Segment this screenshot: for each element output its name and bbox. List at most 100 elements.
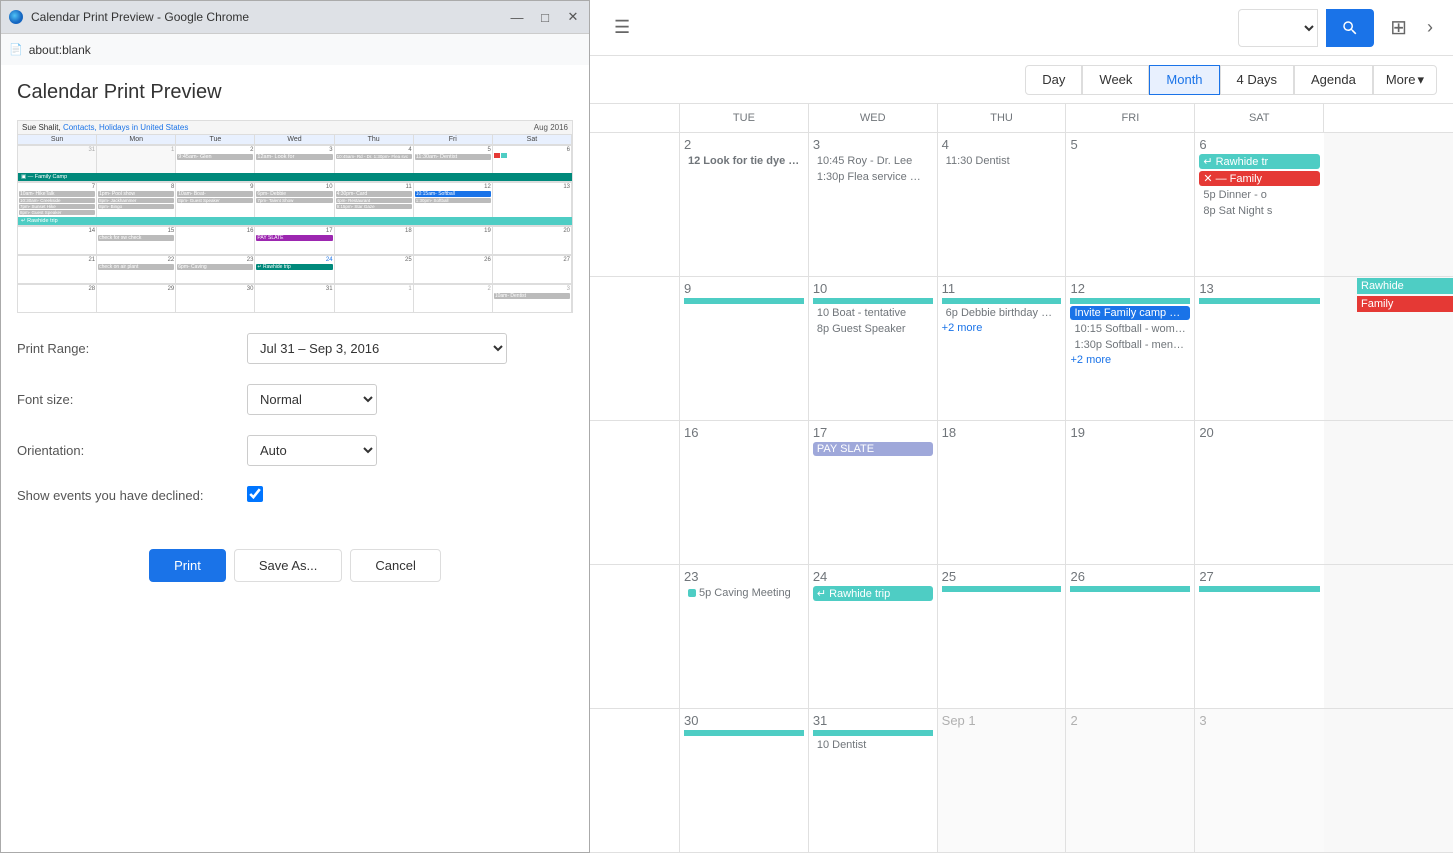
view-more-button[interactable]: More ▾ [1373, 65, 1437, 95]
teal-bar-aug11 [942, 298, 1062, 304]
event-flea-service[interactable]: 1:30p Flea service Citra 408 [813, 170, 933, 184]
cell-num-aug9: 9 [684, 281, 804, 296]
event-rawhide-trip[interactable]: ↵ Rawhide trip [813, 586, 933, 601]
day-header-fri: FRI [1066, 104, 1195, 132]
event-more-aug12[interactable]: +2 more [1070, 354, 1190, 366]
cell-aug5: 5 [1066, 133, 1195, 276]
chrome-window: Calendar Print Preview - Google Chrome —… [0, 0, 590, 853]
close-button[interactable]: ✕ [565, 9, 581, 25]
cell-empty-5 [1324, 709, 1453, 852]
event-boat[interactable]: 10 Boat - tentative [813, 306, 933, 320]
event-rawhide-tr[interactable]: ↵ Rawhide tr [1199, 154, 1320, 169]
preview-week-5: 28 29 30 31 1 2 310am- Dentist [18, 283, 572, 312]
event-more-aug11[interactable]: +2 more [942, 322, 1062, 334]
preview-fri: Fri [414, 135, 493, 144]
event-guest-speaker[interactable]: 8p Guest Speaker [813, 322, 933, 336]
preview-rawhide-bar: ↵ Rawhide trip [18, 217, 572, 225]
teal-bar-aug30 [684, 730, 804, 736]
chevron-right-icon[interactable]: › [1423, 13, 1437, 42]
cell-aug17: 17 PAY SLATE [809, 421, 938, 564]
titlebar: Calendar Print Preview - Google Chrome —… [1, 1, 589, 33]
caving-dot [688, 589, 696, 597]
cell-aug23: 23 5p Caving Meeting [680, 565, 809, 708]
event-family[interactable]: ✕ — Family [1199, 171, 1320, 186]
font-size-select[interactable]: Small Normal Large [247, 384, 377, 415]
font-size-input[interactable]: Small Normal Large [247, 384, 573, 415]
cell-num-aug4: 4 [942, 137, 1062, 152]
url-display: about:blank [29, 43, 91, 57]
event-dentist-aug4[interactable]: 11:30 Dentist [942, 154, 1062, 168]
search-button[interactable] [1326, 9, 1374, 47]
cell-num-aug12: 12 [1070, 281, 1190, 296]
view-week-button[interactable]: Week [1082, 65, 1149, 95]
orientation-row: Orientation: Auto Portrait Landscape [17, 435, 573, 466]
teal-bar-aug13 [1199, 298, 1320, 304]
event-debbie-birthday[interactable]: 6p Debbie birthday dinner [942, 306, 1062, 320]
preview-cell-aug22: 22check on air plant [97, 255, 176, 283]
preview-cell-sep2: 2 [414, 284, 493, 312]
view-agenda-button[interactable]: Agenda [1294, 65, 1373, 95]
event-softball-women[interactable]: 10:15 Softball - women [1070, 322, 1190, 336]
font-size-label: Font size: [17, 392, 247, 407]
rawhide-bar-26 [1070, 586, 1190, 592]
event-invite-family-camp[interactable]: Invite Family camp guests [1070, 306, 1190, 320]
page-icon: 📄 [9, 43, 23, 56]
preview-cell-aug7: 710am- HikeTalk10:30am- Creekside7pm- Su… [18, 182, 97, 217]
print-range-input[interactable]: Jul 31 – Sep 3, 2016 [247, 333, 573, 364]
cell-num-aug5: 5 [1070, 137, 1190, 152]
save-as-button[interactable]: Save As... [234, 549, 343, 582]
event-dinner[interactable]: 5p Dinner - o [1199, 188, 1320, 202]
cell-aug18: 18 [938, 421, 1067, 564]
cell-empty-3 [1324, 421, 1453, 564]
action-buttons: Print Save As... Cancel [17, 541, 573, 590]
cancel-button[interactable]: Cancel [350, 549, 440, 582]
orientation-input[interactable]: Auto Portrait Landscape [247, 435, 573, 466]
preview-owner: Sue Shalit, Contacts, Holidays in United… [22, 123, 188, 132]
view-day-button[interactable]: Day [1025, 65, 1082, 95]
event-look-tie-dye[interactable]: 12 Look for tie dye stuff [684, 154, 804, 168]
view-button-group: Day Week Month 4 Days Agenda More ▾ [1025, 65, 1437, 95]
cell-aug10: 10 10 Boat - tentative 8p Guest Speaker [809, 277, 938, 420]
event-caving-meeting[interactable]: 5p Caving Meeting [684, 586, 804, 600]
main-calendar: ☰ ⊞ › Day Week Month 4 Days Agenda More … [590, 0, 1453, 853]
preview-cell-aug27: 27 [493, 255, 572, 283]
view-4days-button[interactable]: 4 Days [1220, 65, 1294, 95]
orientation-select[interactable]: Auto Portrait Landscape [247, 435, 377, 466]
preview-cell-sep1: 1 [335, 284, 414, 312]
cell-num-aug24: 24 [813, 569, 933, 584]
minimize-button[interactable]: — [509, 9, 525, 25]
event-dentist-aug31[interactable]: 10 Dentist [813, 738, 933, 752]
cell-num-aug19: 19 [1070, 425, 1190, 440]
preview-cell-aug8: 81pm- Pool show8pm- Jackhammer8pm- Bingo [97, 182, 176, 217]
preview-cell-aug17: 17PAY SLATE [255, 226, 334, 254]
search-calendar-select[interactable] [1238, 9, 1318, 47]
event-pay-slate[interactable]: PAY SLATE [813, 442, 933, 456]
day-header-thu: THU [938, 104, 1067, 132]
print-range-row: Print Range: Jul 31 – Sep 3, 2016 [17, 333, 573, 364]
maximize-button[interactable]: □ [537, 9, 553, 25]
declined-input[interactable] [247, 486, 573, 505]
preview-tue: Tue [176, 135, 255, 144]
event-sat-night[interactable]: 8p Sat Night s [1199, 204, 1320, 218]
preview-cell-aug2: 29:45am- Glen [176, 145, 255, 173]
teal-bar-aug9 [684, 298, 804, 304]
cell-num-sep1: Sep 1 [942, 713, 1062, 728]
view-month-button[interactable]: Month [1149, 65, 1219, 95]
event-dr-lee[interactable]: 10:45 Roy - Dr. Lee [813, 154, 933, 168]
print-range-select[interactable]: Jul 31 – Sep 3, 2016 [247, 333, 507, 364]
teal-bar-aug31 [813, 730, 933, 736]
print-button[interactable]: Print [149, 549, 226, 582]
declined-checkbox[interactable] [247, 486, 263, 502]
event-softball-men[interactable]: 1:30p Softball - men - hot do [1070, 338, 1190, 352]
sidebar-toggle[interactable]: ☰ [606, 13, 638, 42]
preview-cell-aug6: 6 [493, 145, 572, 173]
apps-icon[interactable]: ⊞ [1382, 7, 1415, 48]
preview-wed: Wed [255, 135, 334, 144]
cell-aug13: 13 [1195, 277, 1324, 420]
day-header-tue: TUE [680, 104, 809, 132]
preview-sun: Sun [18, 135, 97, 144]
cell-aug3: 3 10:45 Roy - Dr. Lee 1:30p Flea service… [809, 133, 938, 276]
preview-week-1: 31 1 29:45am- Glen 312am- Look for 410:4… [18, 144, 572, 173]
address-bar: 📄 about:blank [1, 33, 589, 65]
preview-cell-aug29: 29 [97, 284, 176, 312]
